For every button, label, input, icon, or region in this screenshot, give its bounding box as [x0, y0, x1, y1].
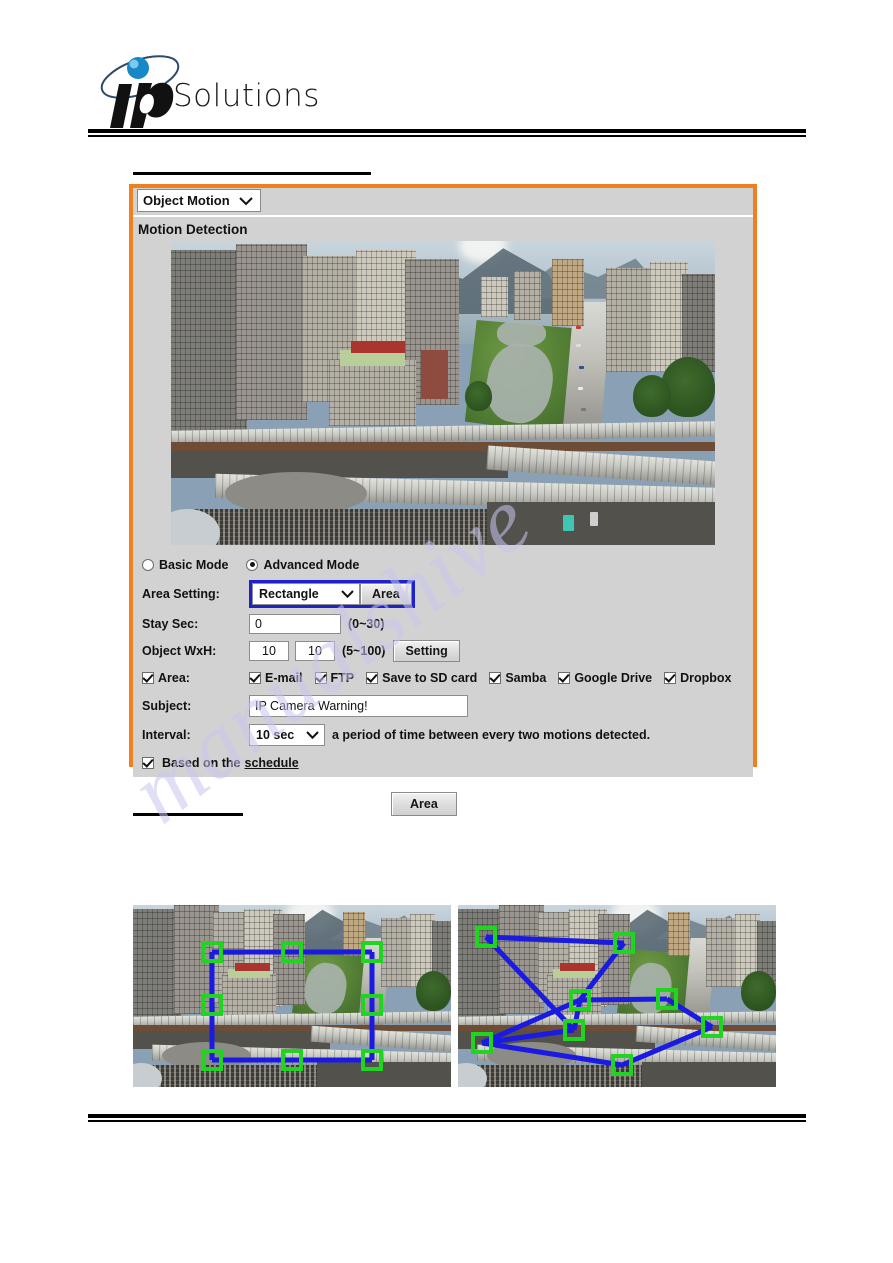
schedule-checkbox[interactable]: Based on the schedule — [142, 756, 299, 770]
object-width-input[interactable]: 10 — [249, 640, 289, 661]
checkbox-save-to-sd-card[interactable]: Save to SD card — [366, 671, 477, 685]
object-wxh-row: Object WxH: 10 10 (5~100) Setting — [133, 637, 753, 664]
event-type-select[interactable]: Object Motion — [137, 189, 261, 212]
stay-sec-range-hint: (0~30) — [348, 616, 385, 631]
checkbox-samba-box — [489, 671, 502, 684]
checkbox-email[interactable]: E-mail — [249, 671, 303, 685]
subject-row: Subject: IP Camera Warning! — [133, 691, 753, 720]
area-setting-group: Rectangle Area — [249, 580, 415, 608]
area-shape-select[interactable]: Rectangle — [252, 583, 360, 605]
checkbox-save-to-sd-card-label: Save to SD card — [382, 670, 478, 685]
radio-basic-mode[interactable]: Basic Mode — [142, 558, 228, 572]
chevron-down-icon — [306, 728, 319, 742]
area-enable-checkbox-box — [142, 671, 154, 684]
checkbox-save-to-sd-card-box — [366, 671, 379, 684]
header-divider — [88, 129, 806, 138]
cityscape-image — [171, 241, 715, 545]
brand-logo: Solutions — [97, 52, 397, 130]
section-title-row: Motion Detection — [133, 217, 753, 241]
stay-sec-label: Stay Sec: — [142, 616, 199, 631]
notification-targets-row: Area: E-mail FTP Save to SD card Samba G… — [133, 664, 753, 691]
cityscape-image — [458, 905, 776, 1087]
radio-advanced-mode[interactable]: Advanced Mode — [246, 558, 359, 572]
page-title: Motion Detection — [138, 221, 248, 237]
checkbox-google-drive[interactable]: Google Drive — [558, 671, 652, 685]
object-height-input[interactable]: 10 — [295, 640, 335, 661]
rectangle-area-example[interactable] — [133, 905, 451, 1087]
schedule-prefix-label: Based on the — [162, 756, 241, 770]
radio-basic-mode-dot — [142, 558, 154, 571]
schedule-checkbox-box — [142, 757, 154, 769]
stay-sec-row: Stay Sec: 0 (0~30) — [133, 610, 753, 637]
interval-row: Interval: 10 sec a period of time betwee… — [133, 720, 753, 749]
radio-basic-mode-label: Basic Mode — [159, 557, 229, 572]
area-enable-checkbox[interactable]: Area: — [142, 671, 249, 685]
area-enable-label: Area: — [158, 670, 190, 685]
page-header: Solutions — [0, 0, 893, 150]
setting-button[interactable]: Setting — [393, 639, 460, 662]
checkbox-ftp[interactable]: FTP — [314, 670, 355, 685]
brand-wordmark: Solutions — [173, 78, 320, 114]
stay-sec-input[interactable]: 0 — [249, 613, 341, 634]
subject-input[interactable]: IP Camera Warning! — [249, 694, 468, 717]
event-type-select-value: Object Motion — [143, 193, 230, 208]
motion-settings-form: Basic Mode Advanced Mode Area Setting: R… — [133, 545, 753, 777]
object-wxh-range-hint: (5~100) — [342, 643, 386, 658]
checkbox-ftp-label: FTP — [330, 670, 355, 685]
area-setting-row: Area Setting: Rectangle Area — [133, 578, 753, 610]
motion-detection-panel: Object Motion Motion Detection Basic Mod… — [129, 184, 757, 777]
subject-label: Subject: — [142, 698, 192, 713]
checkbox-dropbox[interactable]: Dropbox — [664, 670, 732, 685]
event-type-select-row: Object Motion — [133, 188, 753, 217]
area-shape-select-value: Rectangle — [259, 587, 319, 601]
footer-divider — [88, 1114, 806, 1123]
checkbox-ftp-box — [314, 671, 327, 684]
camera-preview[interactable] — [171, 241, 715, 545]
area-button[interactable]: Area — [360, 583, 412, 605]
interval-label: Interval: — [142, 727, 191, 742]
mode-radio-row: Basic Mode Advanced Mode — [133, 551, 753, 578]
checkbox-dropbox-label: Dropbox — [680, 670, 732, 685]
chevron-down-icon — [341, 587, 354, 601]
checkbox-samba-label: Samba — [505, 670, 547, 685]
schedule-link[interactable]: schedule — [245, 756, 299, 770]
checkbox-samba[interactable]: Samba — [489, 671, 546, 685]
checkbox-dropbox-box — [664, 671, 677, 684]
checkbox-google-drive-label: Google Drive — [574, 670, 653, 685]
ip-orbit-logo-icon — [100, 55, 180, 128]
object-wxh-label: Object WxH: — [142, 643, 217, 658]
redacted-heading-bottom — [133, 813, 243, 816]
polygon-area-example[interactable] — [458, 905, 776, 1087]
standalone-area-button[interactable]: Area — [391, 792, 457, 816]
interval-select[interactable]: 10 sec — [249, 723, 325, 746]
area-setting-label: Area Setting: — [142, 587, 220, 601]
checkbox-email-box — [249, 671, 261, 684]
cityscape-image — [133, 905, 451, 1087]
radio-advanced-mode-dot — [246, 558, 259, 571]
chevron-down-icon — [239, 193, 253, 208]
checkbox-google-drive-box — [558, 671, 571, 684]
redacted-heading-top — [133, 172, 371, 175]
interval-select-value: 10 sec — [256, 727, 295, 742]
radio-advanced-mode-label: Advanced Mode — [263, 557, 360, 572]
interval-hint: a period of time between every two motio… — [332, 727, 651, 742]
schedule-row: Based on the schedule — [133, 749, 753, 777]
checkbox-email-label: E-mail — [265, 670, 303, 685]
